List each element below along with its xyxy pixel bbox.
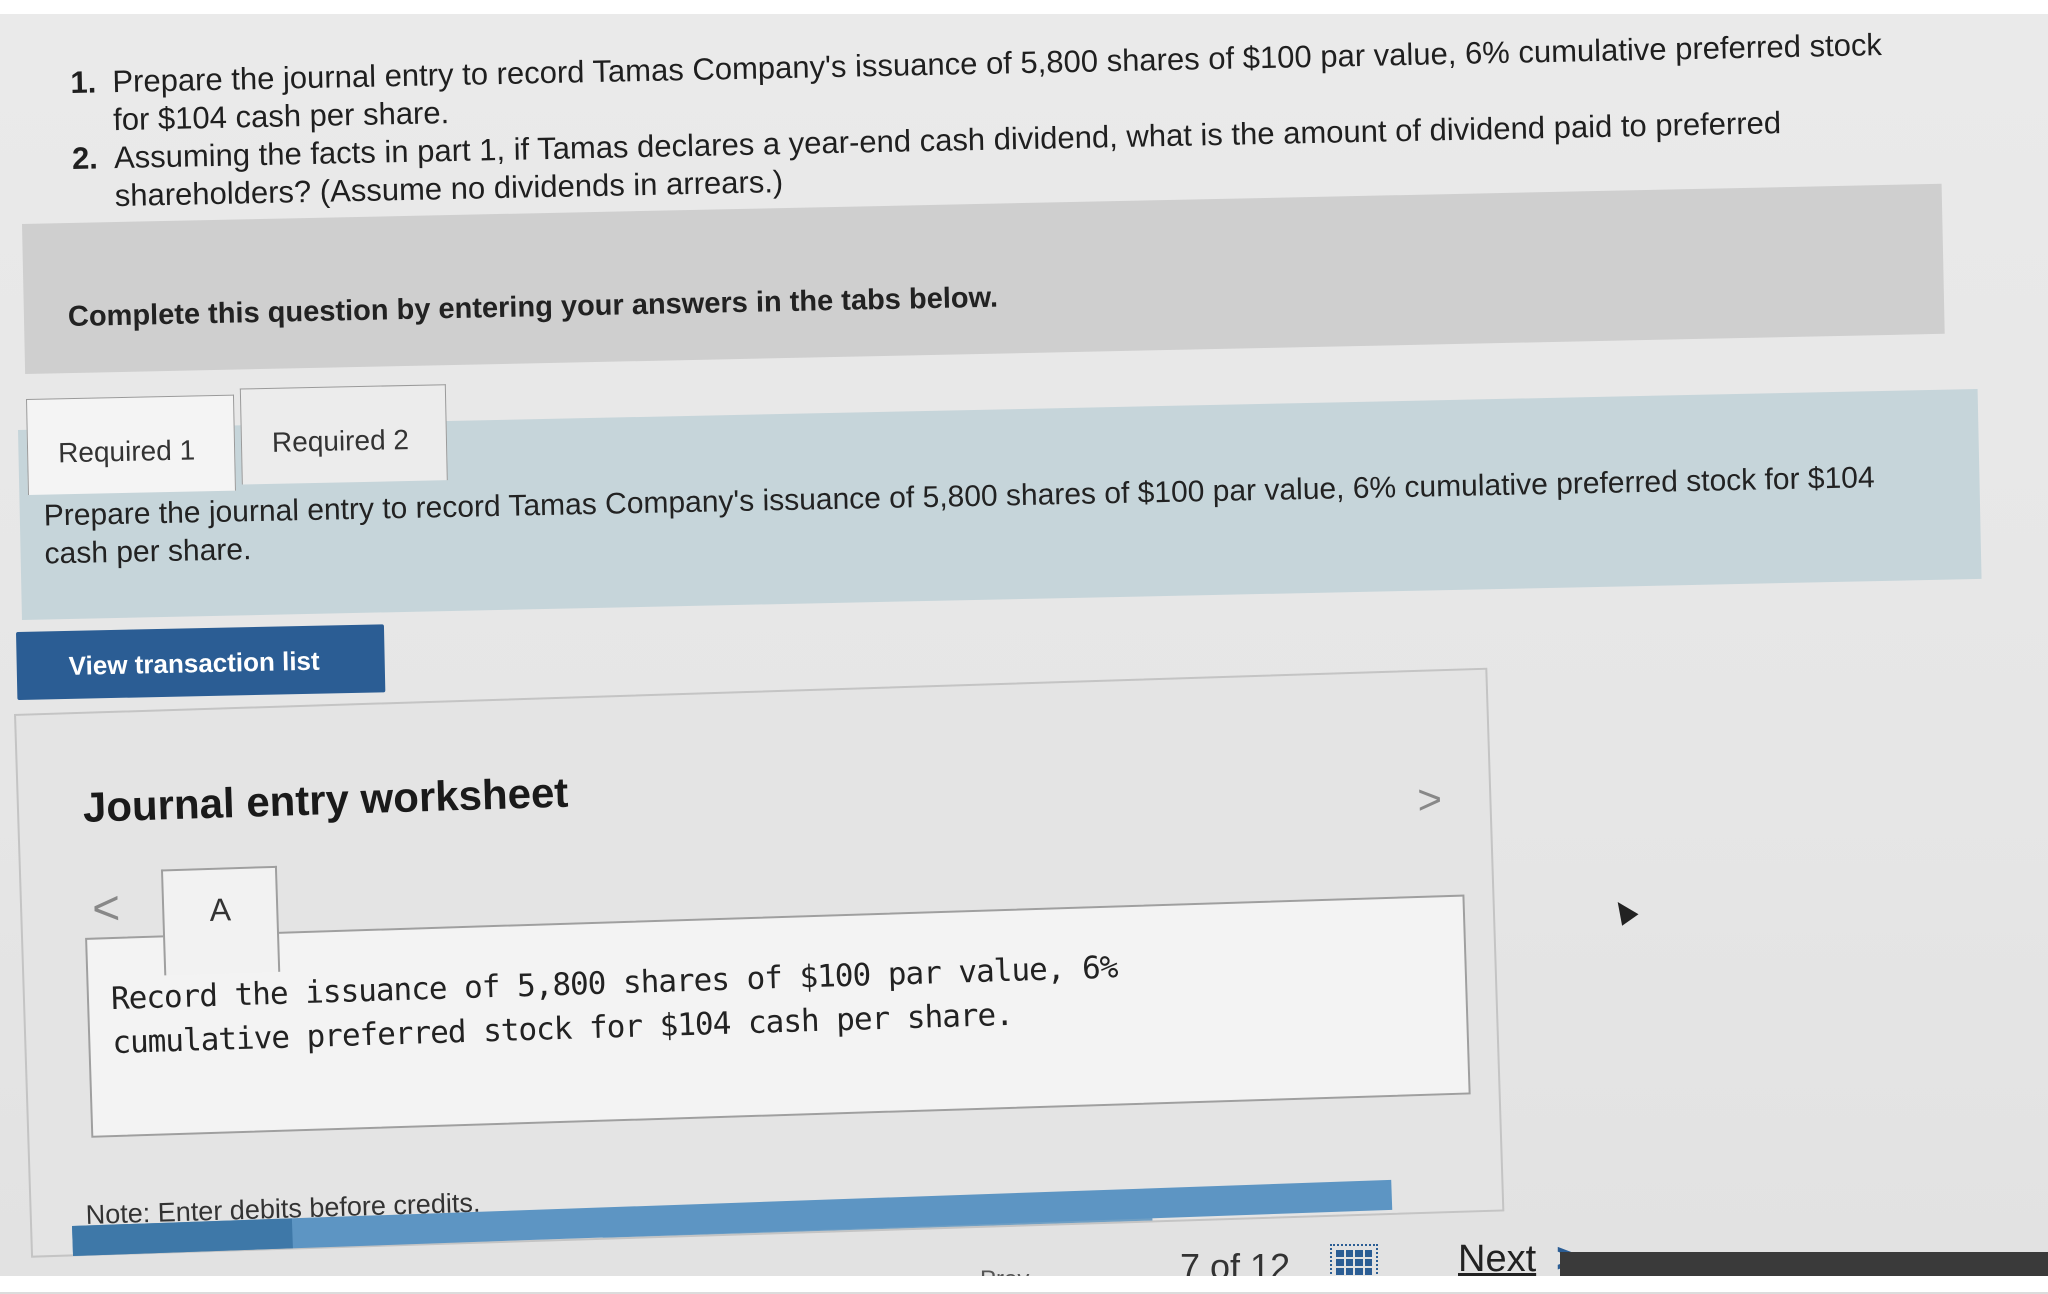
question-number: 1. xyxy=(70,64,97,100)
bottom-edge xyxy=(0,1276,2048,1292)
journal-entry-worksheet: Journal entry worksheet > A < Record the… xyxy=(14,667,1505,1258)
chevron-left-icon[interactable]: < xyxy=(91,881,121,937)
instruction-text: Complete this question by entering your … xyxy=(67,281,999,334)
question-number: 2. xyxy=(71,140,99,176)
bottom-shadow xyxy=(1560,1252,2048,1276)
tab-required-2[interactable]: Required 2 xyxy=(239,384,448,485)
tab-required-1[interactable]: Required 1 xyxy=(26,394,236,495)
screen: 1. Prepare the journal entry to record T… xyxy=(0,14,2048,1293)
worksheet-title: Journal entry worksheet xyxy=(82,768,569,831)
next-link[interactable]: Next xyxy=(1458,1238,1536,1281)
worksheet-tab-a[interactable]: A xyxy=(160,865,281,976)
top-edge xyxy=(0,0,2048,14)
view-transaction-list-button[interactable]: View transaction list xyxy=(16,624,386,700)
mouse-cursor-icon xyxy=(1609,896,1639,926)
question-list: 1. Prepare the journal entry to record T… xyxy=(70,25,1953,216)
instruction-bar: Complete this question by entering your … xyxy=(22,183,1945,374)
chevron-right-icon[interactable]: > xyxy=(1417,775,1443,824)
